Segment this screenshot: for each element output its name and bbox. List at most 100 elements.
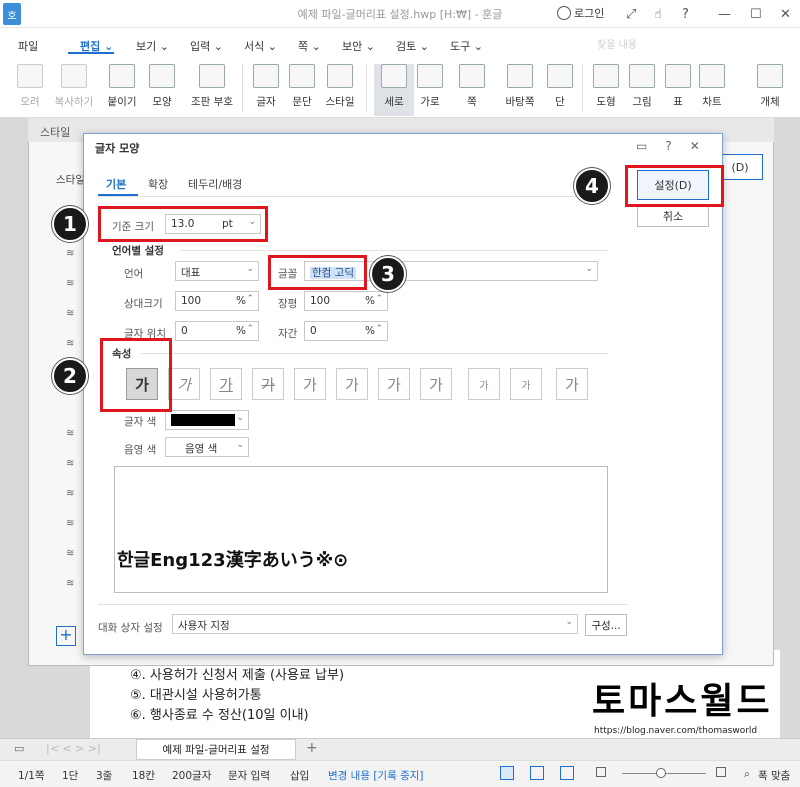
- style-list-item[interactable]: ≋: [66, 428, 74, 439]
- search-input[interactable]: 찾을 내용: [593, 34, 723, 52]
- add-tab-icon[interactable]: +: [306, 740, 318, 756]
- help-icon[interactable]: ?: [665, 139, 671, 153]
- view-web-icon[interactable]: [560, 766, 574, 780]
- help-icon[interactable]: ?: [682, 4, 689, 24]
- picture-button[interactable]: 그림: [622, 64, 662, 109]
- landscape-button[interactable]: 가로: [410, 64, 450, 109]
- menu-file[interactable]: 파일: [18, 38, 38, 54]
- style-dialog-title: 스타일: [40, 126, 71, 139]
- char-button[interactable]: 글자: [246, 64, 286, 109]
- outline-toggle[interactable]: 가: [294, 368, 326, 400]
- annotation-badge-4: 4: [574, 168, 610, 204]
- tab-border-bg[interactable]: 테두리/배경: [188, 176, 242, 192]
- menu-page[interactable]: 쪽 ⌄: [298, 38, 321, 54]
- compose-button[interactable]: 구성...: [585, 614, 627, 636]
- shade-color-select[interactable]: 음영 색 ⌄: [165, 437, 249, 457]
- view-normal-icon[interactable]: [500, 766, 514, 780]
- style-list-item[interactable]: ≋: [66, 248, 74, 259]
- menu-view[interactable]: 보기 ⌄: [136, 38, 169, 54]
- superscript-toggle[interactable]: 가: [468, 368, 500, 400]
- paste-button[interactable]: 붙이기: [102, 64, 142, 109]
- status-line: 3줄: [96, 770, 113, 782]
- zoom-fit-label[interactable]: 폭 맞춤: [758, 768, 790, 783]
- status-track-changes[interactable]: 변경 내용 [기록 중지]: [328, 768, 424, 783]
- login-button[interactable]: 로그인: [557, 5, 604, 21]
- char-icon: [253, 64, 279, 88]
- lang-section-title: 언어별 설정: [112, 245, 164, 257]
- minimize-button[interactable]: —: [718, 4, 731, 24]
- shape-button[interactable]: 모양: [142, 64, 182, 109]
- annotation-box-1: [98, 206, 268, 242]
- paste-icon: [109, 64, 135, 88]
- fullscreen-icon[interactable]: ⤢: [626, 4, 636, 24]
- column-button[interactable]: 단: [540, 64, 580, 109]
- document-line[interactable]: ④. 사용허가 신청서 제출 (사용료 납부): [130, 664, 344, 683]
- zoom-in-icon[interactable]: [716, 767, 726, 777]
- style-list-item[interactable]: ≋: [66, 278, 74, 289]
- tab-nav-icon[interactable]: ▭: [14, 742, 24, 755]
- section-divider: [98, 604, 628, 605]
- shape-insert-button[interactable]: 도형: [586, 64, 626, 109]
- rel-size-input[interactable]: 100% ⌃: [175, 291, 259, 311]
- dialog-setting-select[interactable]: 사용자 지정 ⌄: [172, 614, 578, 634]
- page-button[interactable]: 쪽: [452, 64, 492, 109]
- view-page-icon[interactable]: [530, 766, 544, 780]
- status-page: 1/1쪽: [18, 770, 45, 782]
- italic-toggle[interactable]: 가: [168, 368, 200, 400]
- style-list-item[interactable]: ≋: [66, 548, 74, 559]
- char-space-input[interactable]: 0% ⌃: [304, 321, 388, 341]
- close-button[interactable]: ✕: [780, 4, 791, 24]
- paragraph-button[interactable]: 문단: [282, 64, 322, 109]
- zoom-slider-thumb[interactable]: [656, 768, 666, 778]
- style-button[interactable]: 스타일: [320, 64, 360, 109]
- maximize-button[interactable]: ☐: [750, 4, 762, 24]
- document-tab[interactable]: 예제 파일-글머리표 설정: [136, 739, 296, 760]
- document-line[interactable]: ⑥. 행사종료 수 정산(10일 이내): [130, 704, 309, 723]
- engrave-toggle[interactable]: 가: [420, 368, 452, 400]
- style-list-item[interactable]: ≋: [66, 338, 74, 349]
- strikethrough-toggle[interactable]: 가: [252, 368, 284, 400]
- normal-toggle[interactable]: 가: [556, 368, 588, 400]
- section-divider: [180, 250, 608, 251]
- text-color-select[interactable]: ⌄: [165, 410, 249, 430]
- style-list-item[interactable]: ≋: [66, 578, 74, 589]
- preview-text: 한글Eng123漢字あいう※⊙: [117, 550, 349, 571]
- text-color-swatch: [171, 414, 235, 426]
- chart-button[interactable]: 차트: [692, 64, 732, 109]
- tab-scroll-icon[interactable]: |< < > >|: [46, 742, 101, 755]
- text-color-label: 글자 색: [124, 416, 157, 428]
- cancel-button[interactable]: 취소: [637, 205, 709, 227]
- char-pos-input[interactable]: 0% ⌃: [175, 321, 259, 341]
- shadow-toggle[interactable]: 가: [336, 368, 368, 400]
- emboss-toggle[interactable]: 가: [378, 368, 410, 400]
- style-list-item[interactable]: ≋: [66, 458, 74, 469]
- status-insert[interactable]: 삽입: [290, 768, 309, 783]
- master-page-button[interactable]: 바탕쪽: [496, 64, 544, 109]
- comment-icon[interactable]: ▭: [636, 139, 647, 153]
- style-list-item[interactable]: ≋: [66, 488, 74, 499]
- char-width-input[interactable]: 100% ⌃: [304, 291, 388, 311]
- zoom-out-icon[interactable]: [596, 767, 606, 777]
- subscript-toggle[interactable]: 가: [510, 368, 542, 400]
- portrait-button[interactable]: 세로: [374, 64, 414, 116]
- object-button[interactable]: 개체: [750, 64, 790, 109]
- markup-button[interactable]: 조판 부호: [188, 64, 236, 109]
- document-line[interactable]: ⑤. 대관시설 사용허가통: [130, 684, 262, 703]
- language-select[interactable]: 대표 ⌄: [175, 261, 259, 281]
- tab-extended[interactable]: 확장: [148, 176, 168, 192]
- menu-review[interactable]: 검토 ⌄: [396, 38, 429, 54]
- underline-toggle[interactable]: 가: [210, 368, 242, 400]
- menu-tools[interactable]: 도구 ⌄: [450, 38, 483, 54]
- menu-security[interactable]: 보안 ⌄: [342, 38, 375, 54]
- close-icon[interactable]: ✕: [690, 139, 700, 153]
- menu-insert[interactable]: 입력 ⌄: [190, 38, 223, 54]
- magnifier-icon[interactable]: ⌕: [744, 768, 750, 781]
- cut-button[interactable]: 오려: [10, 64, 50, 109]
- style-list-item[interactable]: ≋: [66, 518, 74, 529]
- add-style-button[interactable]: +: [56, 626, 76, 646]
- copy-button[interactable]: 복사하기: [54, 64, 94, 109]
- style-list-item[interactable]: ≋: [66, 308, 74, 319]
- hand-icon[interactable]: ☝: [654, 4, 662, 24]
- tab-basic[interactable]: 기본: [106, 176, 126, 192]
- menu-format[interactable]: 서식 ⌄: [244, 38, 277, 54]
